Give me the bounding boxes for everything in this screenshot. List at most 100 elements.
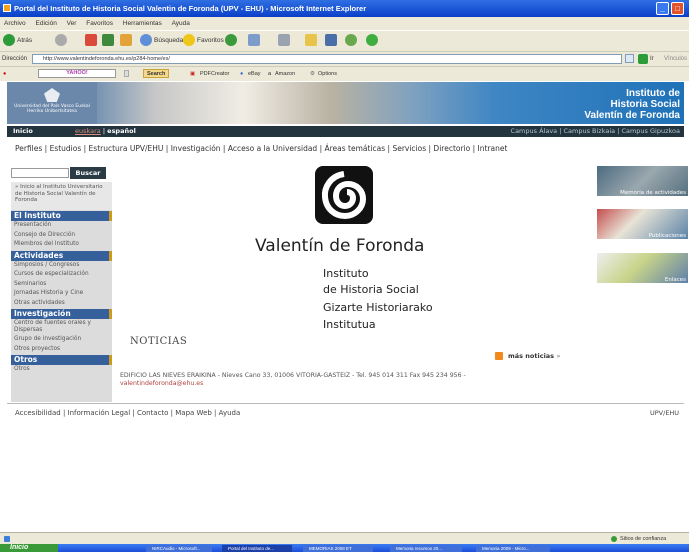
yahoo-logo-icon: ● xyxy=(3,71,7,77)
taskbar-item[interactable]: MEMORIAS 2008 ET xyxy=(303,545,373,552)
menu-ver[interactable]: Ver xyxy=(67,20,77,27)
yahoo-toolbar: ● YAHOO! Search ▣ PDFCreator ● eBay a Am… xyxy=(0,66,689,81)
favorites-button[interactable]: Favoritos xyxy=(183,34,224,48)
news-heading: NOTICIAS xyxy=(130,336,188,347)
sidebar-item-otros[interactable]: Otros xyxy=(11,365,112,375)
address-label: Dirección xyxy=(2,56,28,62)
maximize-button[interactable]: □ xyxy=(671,2,684,15)
sidebar-section-actividades[interactable]: Actividades xyxy=(11,250,112,261)
history-button[interactable] xyxy=(225,34,239,48)
address-dropdown-button[interactable] xyxy=(625,54,634,63)
taskbar-item-active[interactable]: Portal del Instituto de... xyxy=(222,545,292,552)
menu-ayuda[interactable]: Ayuda xyxy=(172,20,190,27)
taskbar-item[interactable]: NIRCAudio - Microsoft... xyxy=(146,545,212,552)
pdfcreator-button[interactable]: PDFCreator xyxy=(200,67,229,81)
links-label[interactable]: Vínculos xyxy=(664,52,687,66)
messenger-button[interactable] xyxy=(345,34,359,48)
sidebar-item-presentacion[interactable]: Presentación xyxy=(11,221,112,231)
sidebar-item-seminarios[interactable]: Seminarios xyxy=(11,280,112,290)
taskbar-item[interactable]: Memoria recursos 20... xyxy=(390,545,462,552)
site-search-input[interactable] xyxy=(11,168,69,178)
taskbar-item[interactable]: Memoria 2009 - Micro... xyxy=(476,545,550,552)
print-button[interactable] xyxy=(278,34,292,48)
address-bar: Dirección http://www.valentindeforonda.e… xyxy=(0,51,689,66)
sidebar-item-otros-proyectos[interactable]: Otros proyectos xyxy=(11,345,112,355)
institute-name: Valentín de Foronda xyxy=(255,236,425,256)
home-button[interactable] xyxy=(120,34,134,48)
banner-title: Instituto de Historia Social Valentín de… xyxy=(584,88,680,121)
folder-button[interactable] xyxy=(305,34,319,48)
ie-page-icon xyxy=(3,4,11,12)
research-button[interactable] xyxy=(325,34,339,48)
back-arrow-icon xyxy=(3,34,15,47)
options-button[interactable]: Options xyxy=(318,67,337,81)
yahoo-search-button[interactable]: Search xyxy=(143,69,170,78)
messenger-icon xyxy=(345,34,357,47)
magnifier-icon xyxy=(140,34,152,47)
menu-bar: Archivo Edición Ver Favoritos Herramient… xyxy=(0,17,689,30)
thumb-memoria-label: Memoria de actividades xyxy=(620,190,686,196)
main-menu[interactable]: Perfiles | Estudios | Estructura UPV/EHU… xyxy=(15,144,507,153)
menu-edicion[interactable]: Edición xyxy=(36,20,57,27)
lang-euskara-link[interactable]: euskara xyxy=(75,127,101,135)
sidebar-item-grupo[interactable]: Grupo de investigación xyxy=(11,335,112,345)
sidebar-section-investigacion[interactable]: Investigación xyxy=(11,309,112,319)
rss-icon[interactable] xyxy=(495,352,503,360)
back-button[interactable]: Atrás xyxy=(3,34,32,48)
msn-button[interactable] xyxy=(366,34,380,48)
refresh-button[interactable] xyxy=(102,34,116,48)
sidebar-section-instituto[interactable]: El Instituto xyxy=(11,211,112,221)
refresh-icon xyxy=(102,34,114,47)
thumb-memoria[interactable]: Memoria de actividades xyxy=(597,166,688,196)
sidebar-section-otros[interactable]: Otros xyxy=(11,355,112,365)
sidebar-item-centro-fuentes[interactable]: Centro de fuentes orales y Dispersas xyxy=(11,319,112,335)
go-button[interactable]: Ir xyxy=(650,52,654,66)
thumb-publicaciones[interactable]: Publicaciones xyxy=(597,209,688,239)
yahoo-dropdown-button[interactable] xyxy=(124,70,129,77)
menu-herramientas[interactable]: Herramientas xyxy=(123,20,162,27)
menu-archivo[interactable]: Archivo xyxy=(4,20,26,27)
sidebar-item-jornadas[interactable]: Jornadas Historia y Cine xyxy=(11,289,112,299)
forward-button[interactable] xyxy=(55,34,69,48)
site-banner: Universidad del País Vasco Euskal Herrik… xyxy=(7,82,684,124)
campus-links[interactable]: Campus Álava | Campus Bizkaia | Campus G… xyxy=(511,126,680,137)
go-arrow-icon[interactable] xyxy=(638,54,648,64)
research-icon xyxy=(325,34,337,47)
address-input[interactable]: http://www.valentindeforonda.ehu.es/p284… xyxy=(32,54,622,64)
subtitle-line-4: Institutua xyxy=(323,318,376,331)
mail-button[interactable] xyxy=(248,34,262,48)
menu-favoritos[interactable]: Favoritos xyxy=(86,20,113,27)
subtitle-line-3: Gizarte Historiarako xyxy=(323,301,433,314)
thumb-enlaces[interactable]: Enlaces xyxy=(597,253,688,283)
footer-links[interactable]: Accesibilidad | Información Legal | Cont… xyxy=(15,409,240,417)
foronda-logo xyxy=(315,166,373,224)
banner-background xyxy=(7,82,684,124)
butterfly-icon xyxy=(366,34,378,47)
search-button[interactable]: Búsqueda xyxy=(140,34,183,48)
more-news-link[interactable]: más noticias » xyxy=(508,352,561,360)
amazon-button[interactable]: Amazon xyxy=(275,67,295,81)
search-submit-button[interactable]: Buscar xyxy=(70,167,106,179)
stop-button[interactable] xyxy=(85,34,99,48)
nav-home-link[interactable]: Inicio xyxy=(13,126,33,137)
footer-upv-link[interactable]: UPV/EHU xyxy=(650,409,679,417)
amazon-icon: a xyxy=(268,71,272,77)
lang-espanol-link[interactable]: español xyxy=(107,127,136,135)
sidebar-item-simposios[interactable]: Simposios / Congresos xyxy=(11,261,112,271)
subtitle-line-1: Instituto xyxy=(323,267,369,280)
language-switch: euskara | español xyxy=(75,127,136,135)
sidebar-item-cursos[interactable]: Cursos de especialización xyxy=(11,270,112,280)
minimize-button[interactable]: _ xyxy=(656,2,669,15)
yahoo-search-input[interactable]: YAHOO! xyxy=(38,69,116,78)
university-logo[interactable]: Universidad del País Vasco Euskal Herrik… xyxy=(7,82,97,124)
sidebar-intro-link[interactable]: » Inicio al Instituto Universitario de H… xyxy=(11,182,112,210)
sidebar-item-otras-actividades[interactable]: Otras actividades xyxy=(11,299,112,309)
sidebar-item-miembros[interactable]: Miembros del Instituto xyxy=(11,240,112,250)
subtitle-line-2: de Historia Social xyxy=(323,283,419,296)
window-title: Portal del Instituto de Historia Social … xyxy=(14,4,367,13)
printer-icon xyxy=(278,34,290,47)
ebay-button[interactable]: eBay xyxy=(248,67,261,81)
email-link[interactable]: valentindeforonda@ehu.es xyxy=(120,380,203,387)
sidebar-item-consejo[interactable]: Consejo de Dirección xyxy=(11,231,112,241)
start-button[interactable]: Inicio xyxy=(0,544,58,552)
